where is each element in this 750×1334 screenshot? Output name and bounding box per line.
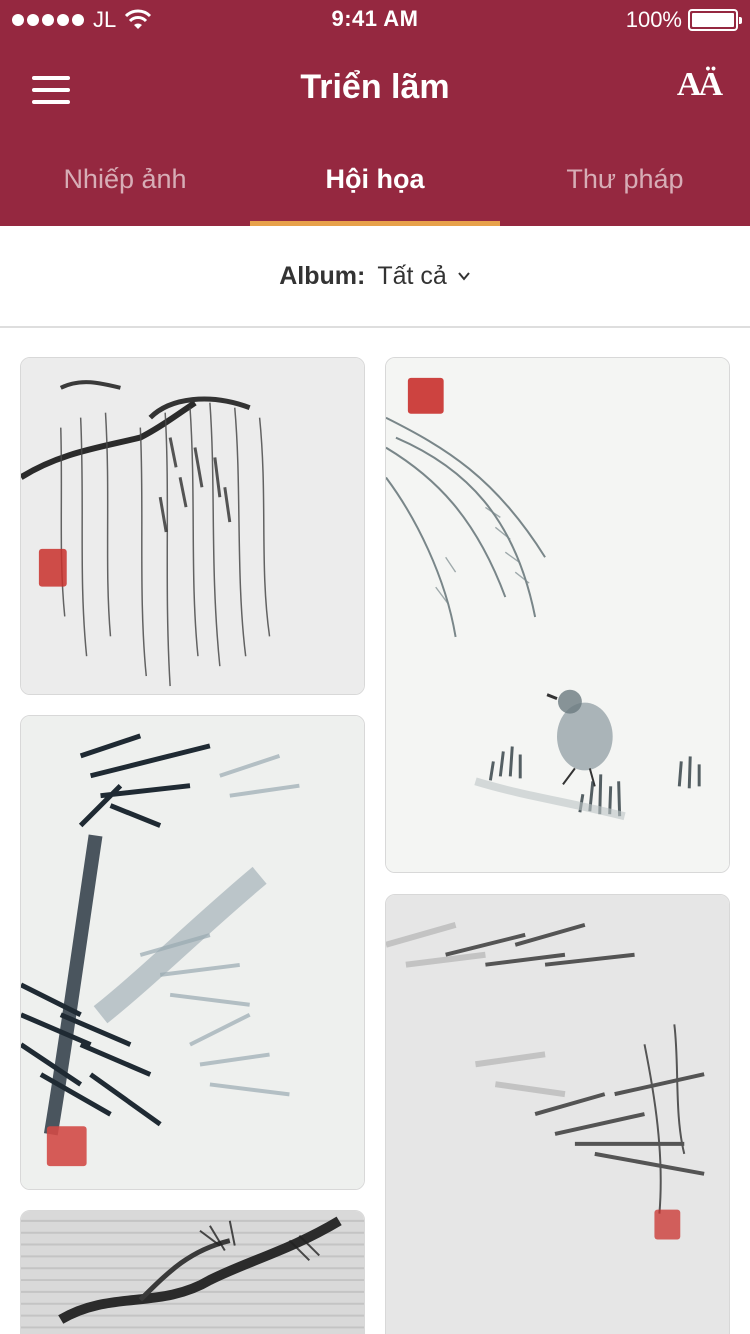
page-title: Triển lãm [300, 68, 450, 106]
painting-card-willow[interactable] [20, 357, 365, 695]
pine-painting [21, 1211, 364, 1334]
painting-card-pine[interactable] [20, 1210, 365, 1334]
battery-icon [688, 9, 742, 31]
album-value: Tất cả [377, 261, 447, 290]
app-header: JL 9:41 AM 100% Triển lãm AÄ Nhiếp ảnh H… [0, 0, 750, 226]
tab-photography[interactable]: Nhiếp ảnh [0, 150, 250, 226]
category-tabs: Nhiếp ảnh Hội họa Thư pháp [0, 150, 750, 226]
album-label: Album: [279, 261, 366, 290]
tab-calligraphy[interactable]: Thư pháp [500, 150, 750, 226]
album-selector[interactable]: Album: Tất cả [0, 226, 750, 328]
painting-card-bamboo-light[interactable] [385, 894, 730, 1334]
red-seal-stamp [654, 1209, 681, 1240]
bird-painting [386, 358, 729, 872]
painting-card-bamboo-dark[interactable] [20, 715, 365, 1190]
painting-card-bird[interactable] [385, 357, 730, 873]
status-bar: JL 9:41 AM 100% [0, 0, 750, 40]
battery-status: 100% [625, 7, 742, 33]
battery-percent: 100% [625, 7, 682, 32]
bamboo-dark-painting [21, 716, 364, 1189]
willow-painting [21, 358, 364, 694]
red-seal-stamp [38, 548, 67, 587]
chevron-down-icon [458, 272, 470, 281]
red-seal-stamp [407, 377, 444, 414]
bamboo-light-painting [386, 895, 729, 1334]
font-size-icon[interactable]: AÄ [677, 66, 723, 104]
tab-painting[interactable]: Hội họa [250, 150, 500, 226]
red-seal-stamp [46, 1126, 87, 1167]
